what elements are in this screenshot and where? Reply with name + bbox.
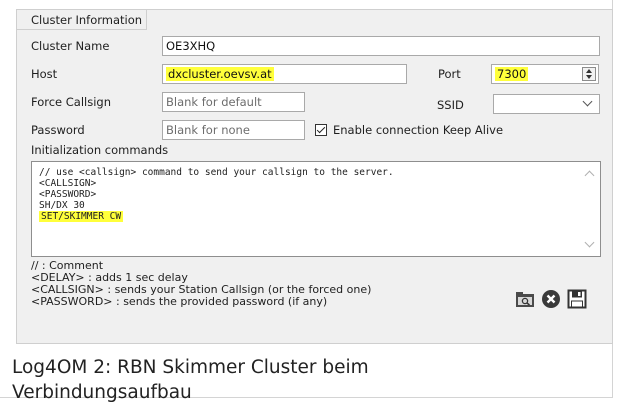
chevron-down-icon — [582, 96, 593, 107]
port-value: 7300 — [495, 67, 529, 81]
floppy-save-icon — [567, 289, 587, 309]
cluster-settings-panel: Cluster Information Cluster Name OE3XHQ … — [16, 9, 613, 344]
scroll-down-icon[interactable] — [584, 237, 595, 248]
port-spinner-icon[interactable] — [582, 67, 596, 81]
cancel-circle-icon — [542, 290, 560, 308]
init-command-line-highlighted: SET/SKIMMER CW — [39, 211, 124, 222]
force-callsign-placeholder: Blank for default — [166, 95, 262, 109]
password-label: Password — [31, 123, 85, 137]
init-commands-textarea[interactable]: // use <callsign> command to send your c… — [31, 161, 601, 257]
init-command-line: // use <callsign> command to send your c… — [39, 167, 394, 178]
cluster-name-value: OE3XHQ — [166, 39, 216, 53]
force-callsign-field[interactable]: Blank for default — [162, 92, 305, 112]
host-value: dxcluster.oevsv.at — [166, 67, 274, 81]
init-command-line: SH/DX 30 — [39, 200, 85, 211]
force-callsign-label: Force Callsign — [31, 95, 112, 109]
port-label: Port — [438, 67, 461, 81]
init-command-line: <CALLSIGN> — [39, 178, 97, 189]
keep-alive-label: Enable connection Keep Alive — [333, 123, 504, 137]
save-button[interactable] — [566, 288, 588, 310]
cancel-button[interactable] — [540, 288, 562, 310]
cluster-name-field[interactable]: OE3XHQ — [162, 36, 600, 56]
help-password: <PASSWORD> : sends the provided password… — [31, 295, 328, 308]
caption-line: Verbindungsaufbau — [12, 382, 192, 403]
figure-frame: Cluster Information Cluster Name OE3XHQ … — [0, 0, 613, 403]
host-field[interactable]: dxcluster.oevsv.at — [162, 64, 407, 84]
figure-caption: Log4OM 2: RBN Skimmer Cluster beim Verbi… — [12, 355, 572, 405]
ssid-select[interactable] — [493, 94, 600, 114]
section-title: Cluster Information — [17, 10, 147, 30]
cluster-name-label: Cluster Name — [31, 39, 110, 53]
password-field[interactable]: Blank for none — [162, 120, 305, 140]
keep-alive-checkbox[interactable] — [315, 124, 327, 136]
host-label: Host — [31, 67, 58, 81]
caption-line: Log4OM 2: RBN Skimmer Cluster beim — [12, 357, 369, 378]
password-placeholder: Blank for none — [166, 123, 250, 137]
ssid-label: SSID — [437, 98, 464, 112]
open-button[interactable] — [514, 288, 536, 310]
folder-search-icon — [516, 292, 534, 307]
init-commands-label: Initialization commands — [31, 143, 169, 157]
init-command-line: <PASSWORD> — [39, 189, 97, 200]
port-field[interactable]: 7300 — [491, 64, 599, 84]
